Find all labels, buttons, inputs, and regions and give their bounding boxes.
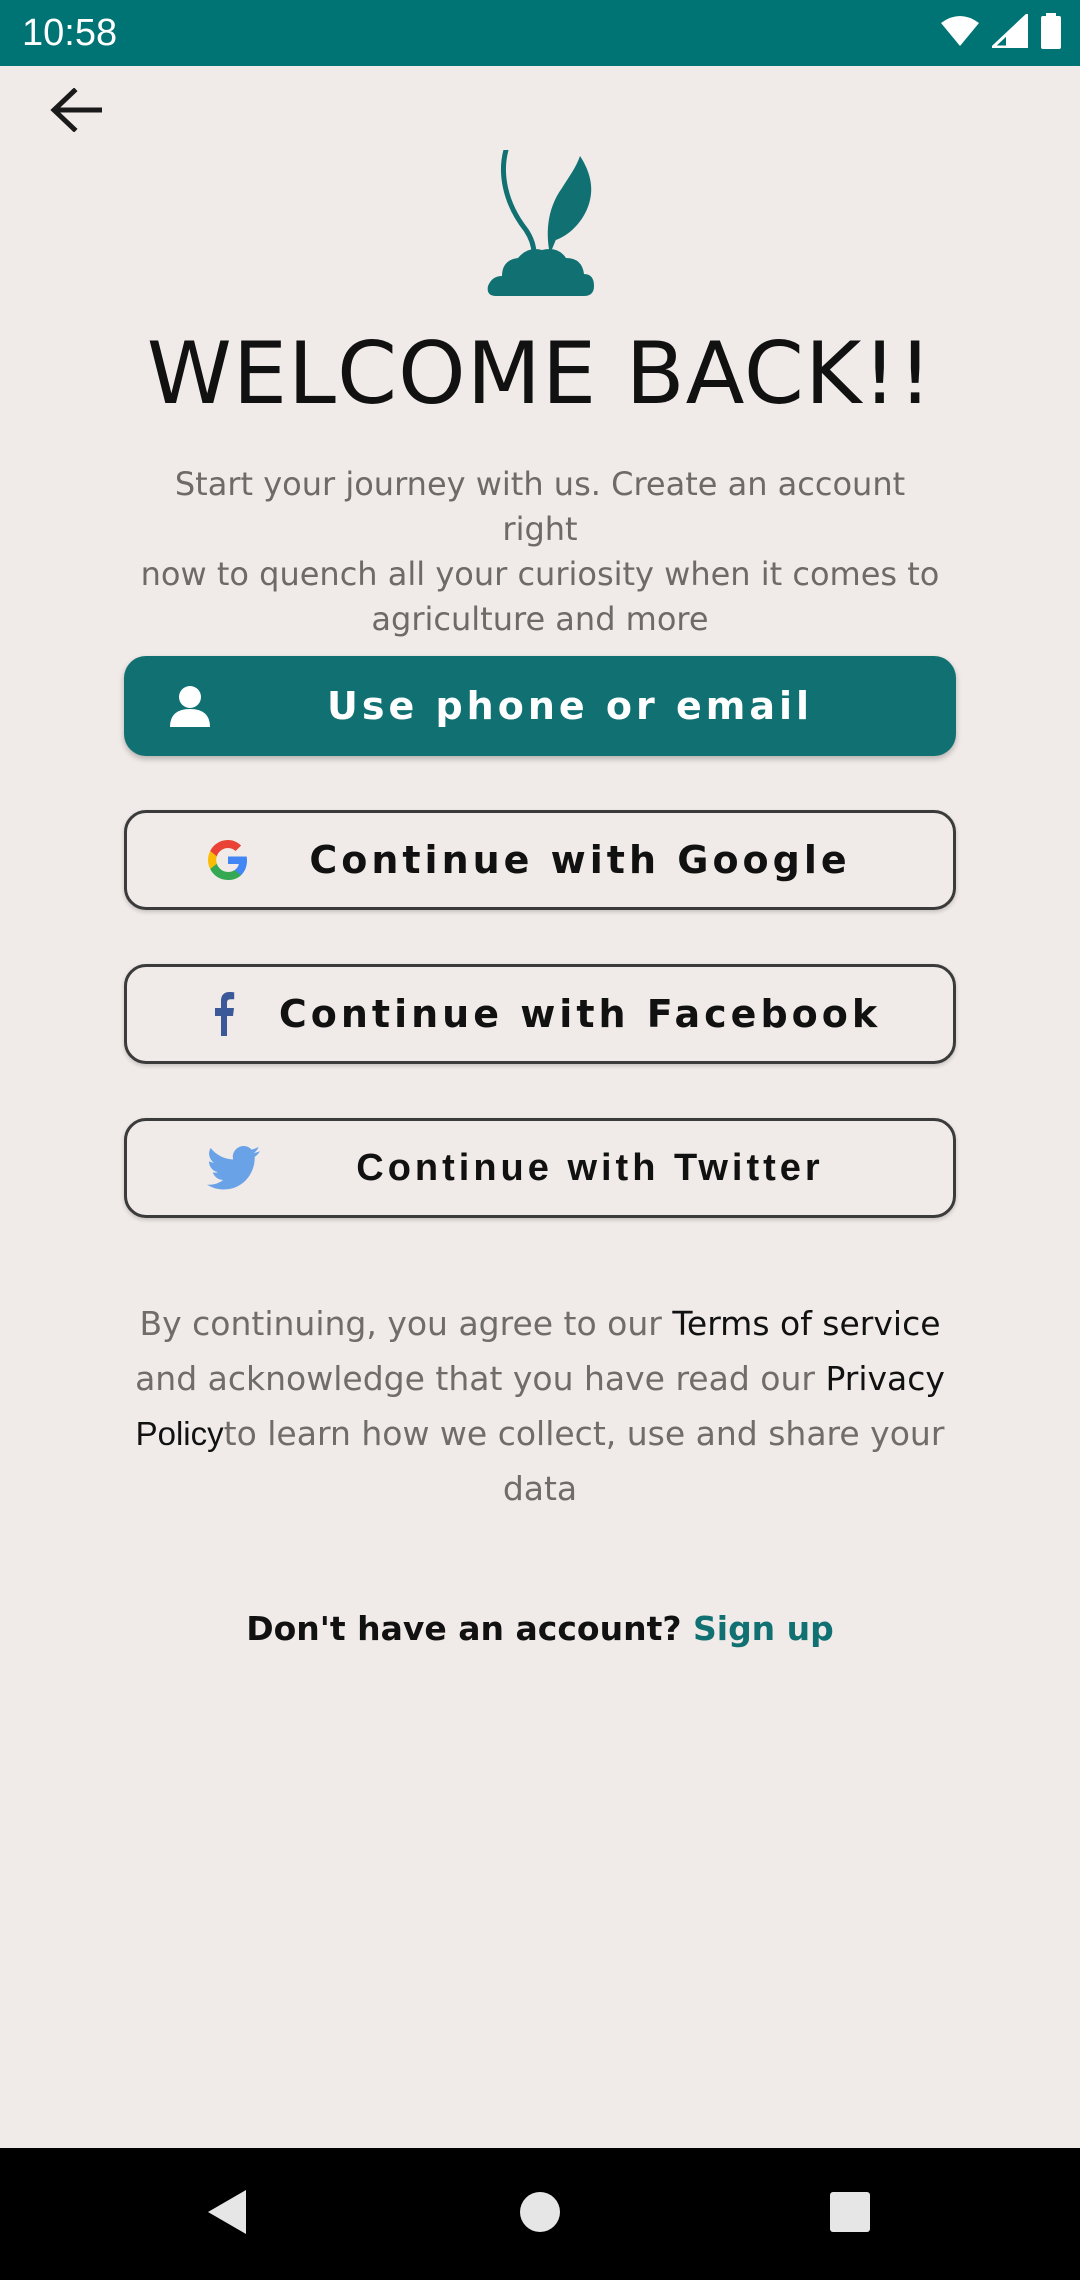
terms-text: By continuing, you agree to our Terms of… (120, 1296, 960, 1516)
status-icons (940, 11, 1062, 54)
terms-prefix: By continuing, you agree to our (139, 1304, 673, 1343)
terms-suffix: to learn how we collect, use and share y… (223, 1414, 945, 1508)
terms-of-service-link[interactable]: Terms of service (672, 1304, 940, 1343)
arrow-left-icon (50, 86, 103, 137)
signup-row: Don't have an account? Sign up (0, 1604, 1080, 1654)
continue-with-twitter-button[interactable]: Continue with Twitter (124, 1118, 956, 1218)
google-icon (207, 839, 249, 881)
system-nav-bar (0, 2148, 1080, 2280)
battery-icon (1040, 12, 1062, 54)
use-phone-or-email-button[interactable]: Use phone or email (124, 656, 956, 756)
person-icon (168, 685, 212, 727)
square-recents-icon (828, 2190, 872, 2239)
back-button[interactable] (40, 76, 112, 148)
policy-word-link[interactable]: Policy (136, 1415, 224, 1452)
triangle-back-icon (204, 2188, 248, 2241)
terms-middle: and acknowledge that you have read our (135, 1359, 826, 1398)
nav-recents-button[interactable] (790, 2148, 910, 2280)
use-phone-or-email-label: Use phone or email (326, 684, 814, 728)
twitter-icon (207, 1146, 261, 1190)
welcome-subtitle: Start your journey with us. Create an ac… (140, 462, 940, 642)
signup-prompt: Don't have an account? (246, 1609, 693, 1648)
subtitle-line: now to quench all your curiosity when it… (140, 555, 940, 593)
privacy-word-link[interactable]: Privacy (825, 1359, 944, 1398)
wifi-icon (940, 15, 980, 52)
app-logo (486, 147, 596, 296)
facebook-icon (211, 992, 235, 1036)
nav-home-button[interactable] (480, 2148, 600, 2280)
welcome-title: WELCOME BACK!! (146, 324, 934, 424)
continue-with-facebook-button[interactable]: Continue with Facebook (124, 964, 956, 1064)
sign-up-link[interactable]: Sign up (693, 1609, 834, 1648)
continue-with-google-button[interactable]: Continue with Google (124, 810, 956, 910)
subtitle-line: Start your journey with us. Create an ac… (174, 465, 906, 548)
continue-with-google-label: Continue with Google (309, 838, 851, 882)
status-time: 10:58 (22, 12, 118, 54)
signal-icon (989, 11, 1029, 53)
status-bar: 10:58 (0, 0, 1080, 66)
continue-with-facebook-label: Continue with Facebook (278, 992, 882, 1036)
circle-home-icon (518, 2190, 562, 2239)
subtitle-line: agriculture and more (371, 600, 709, 638)
nav-back-button[interactable] (166, 2148, 286, 2280)
